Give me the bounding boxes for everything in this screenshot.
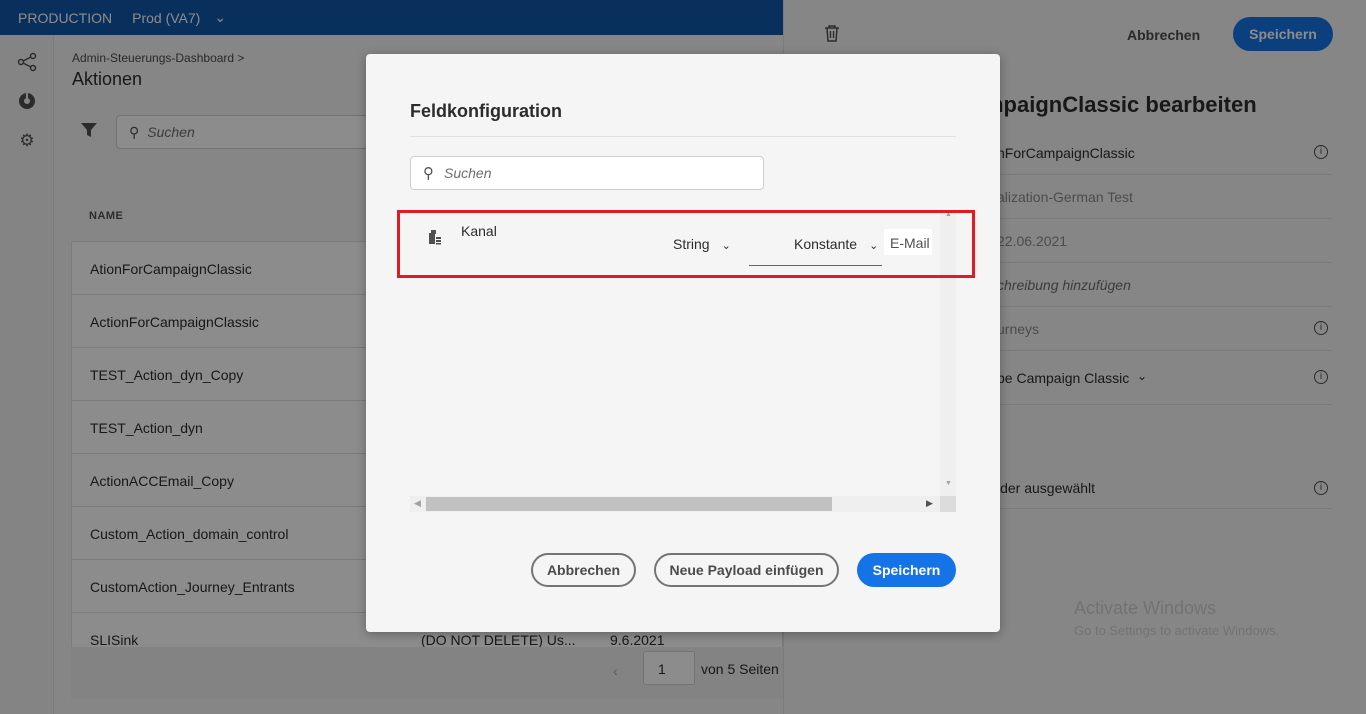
scroll-right-icon[interactable]: ▶: [926, 498, 933, 509]
scrollbar-thumb[interactable]: [426, 497, 832, 511]
horizontal-scrollbar[interactable]: ◀ ▶: [410, 496, 940, 512]
scrollbar-corner: [940, 496, 956, 512]
scroll-left-icon[interactable]: ◀: [414, 498, 421, 509]
divider: [410, 136, 956, 137]
save-button[interactable]: Speichern: [857, 553, 956, 587]
dialog-title: Feldkonfiguration: [410, 101, 562, 121]
search-icon: ⚲: [423, 165, 434, 182]
insert-payload-button[interactable]: Neue Payload einfügen: [654, 553, 839, 587]
cancel-button[interactable]: Abbrechen: [531, 553, 636, 587]
search-placeholder: Suchen: [444, 165, 492, 181]
scroll-down-icon[interactable]: ▼: [945, 480, 952, 487]
highlight-box: [397, 210, 975, 278]
field-search-input[interactable]: ⚲ Suchen: [410, 156, 764, 190]
field-configuration-dialog: Feldkonfiguration ⚲ Suchen Kanal String ⌄…: [366, 54, 1000, 632]
